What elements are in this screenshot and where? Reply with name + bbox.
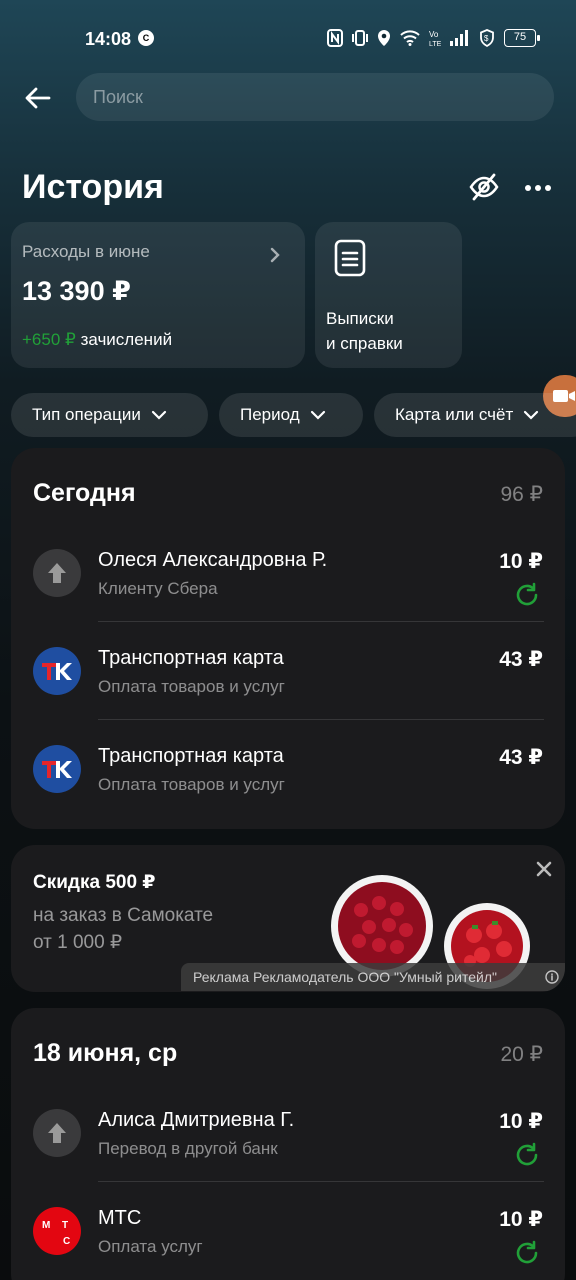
chevron-right-icon xyxy=(270,247,280,263)
repeat-icon[interactable] xyxy=(513,581,541,609)
divider xyxy=(98,621,544,622)
svg-text:LTE: LTE xyxy=(429,41,441,47)
volte-icon: Vo LTE xyxy=(429,30,441,47)
chevron-down-icon xyxy=(151,410,166,420)
history-section-june-18: 18 июня, ср 20 ₽ Алиса Дмитриевна Г. Пер… xyxy=(11,1008,565,1280)
statements-card[interactable]: Выписки и справки xyxy=(315,222,462,368)
transaction-amount: 43 ₽ xyxy=(499,648,543,671)
repeat-icon[interactable] xyxy=(513,1239,541,1267)
ad-banner[interactable]: Скидка 500 ₽ на заказ в Самокате от 1 00… xyxy=(11,845,565,992)
shield-icon: $ xyxy=(480,29,494,47)
more-dots-icon xyxy=(525,185,551,191)
spending-amount: 13 390 ₽ xyxy=(22,276,131,306)
tk-logo xyxy=(33,647,81,695)
ad-title: Скидка 500 ₽ xyxy=(33,872,156,893)
transaction-amount: 43 ₽ xyxy=(499,746,543,769)
section-total: 20 ₽ xyxy=(500,1043,543,1066)
close-icon[interactable] xyxy=(530,855,558,883)
arrow-up-icon xyxy=(33,1109,81,1157)
filter-label: Карта или счёт xyxy=(395,405,514,424)
document-icon xyxy=(334,239,366,277)
section-total: 96 ₽ xyxy=(500,483,543,506)
transaction-name[interactable]: Транспортная карта xyxy=(98,647,284,670)
eye-off-icon xyxy=(469,173,499,201)
svg-text:М: М xyxy=(42,1220,50,1231)
transaction-amount: 10 ₽ xyxy=(499,1208,543,1231)
arrow-up-icon xyxy=(33,549,81,597)
vibrate-icon xyxy=(352,30,368,46)
filter-period[interactable]: Период xyxy=(219,393,363,437)
filter-label: Тип операции xyxy=(32,405,141,424)
tk-logo xyxy=(33,745,81,793)
svg-text:Vo: Vo xyxy=(429,30,439,39)
location-icon xyxy=(378,30,390,46)
status-time: 14:08 xyxy=(85,29,132,49)
spending-title: Расходы в июне xyxy=(22,242,150,261)
chevron-down-icon xyxy=(310,410,325,420)
divider xyxy=(98,719,544,720)
transaction-subtitle: Перевод в другой банк xyxy=(98,1139,278,1158)
chevron-down-icon xyxy=(524,410,539,420)
hide-balance-button[interactable] xyxy=(467,170,501,204)
divider xyxy=(98,1181,544,1182)
ad-text: на заказ в Самокате от 1 000 ₽ xyxy=(33,905,214,953)
transaction-name[interactable]: Алиса Дмитриевна Г. xyxy=(98,1109,294,1132)
credit-label: зачислений xyxy=(80,330,173,349)
page-title: История xyxy=(22,168,164,206)
section-date: 18 июня, ср xyxy=(33,1039,178,1067)
status-icons: Vo LTE $ 75 xyxy=(327,27,540,49)
spending-card[interactable]: Расходы в июне 13 390 ₽ +650 ₽ зачислени… xyxy=(11,222,305,368)
filter-card-or-account[interactable]: Карта или счёт xyxy=(374,393,576,437)
transaction-subtitle: Клиенту Сбера xyxy=(98,579,218,598)
transaction-subtitle: Оплата услуг xyxy=(98,1237,203,1256)
search-box[interactable] xyxy=(76,73,554,121)
transaction-name[interactable]: Олеся Александровна Р. xyxy=(98,549,327,572)
nfc-icon xyxy=(327,29,343,47)
transaction-subtitle: Оплата товаров и услуг xyxy=(98,775,285,794)
credit-summary: +650 ₽ зачислений xyxy=(22,330,172,350)
filter-label: Период xyxy=(240,405,300,424)
ad-disclaimer-text: Реклама Рекламодатель ООО "Умный ритейл" xyxy=(193,969,498,985)
svg-text:$: $ xyxy=(484,34,489,43)
notification-icon: C xyxy=(138,30,154,46)
ad-disclaimer[interactable]: Реклама Рекламодатель ООО "Умный ритейл" xyxy=(181,963,565,991)
mts-logo: М ТС xyxy=(33,1207,81,1255)
credit-amount: +650 ₽ xyxy=(22,330,76,349)
battery-icon: 75 xyxy=(504,29,540,47)
back-button[interactable] xyxy=(18,78,58,118)
statements-label: Выписки и справки xyxy=(326,309,403,353)
svg-text:Т: Т xyxy=(62,1220,68,1231)
transaction-subtitle: Оплата товаров и услуг xyxy=(98,677,285,696)
info-icon xyxy=(545,970,559,984)
svg-text:С: С xyxy=(63,1236,70,1247)
arrow-left-icon xyxy=(25,87,51,109)
cherries-image xyxy=(331,875,433,977)
search-input[interactable] xyxy=(93,86,533,108)
transaction-amount: 10 ₽ xyxy=(499,550,543,573)
transaction-amount: 10 ₽ xyxy=(499,1110,543,1133)
status-bar: 14:08 C Vo LTE $ 75 xyxy=(0,0,576,78)
transaction-name[interactable]: Транспортная карта xyxy=(98,745,284,768)
repeat-icon[interactable] xyxy=(513,1141,541,1169)
section-date: Сегодня xyxy=(33,479,136,507)
wifi-icon xyxy=(400,30,420,46)
filter-operation-type[interactable]: Тип операции xyxy=(11,393,208,437)
history-section-today: Сегодня 96 ₽ Олеся Александровна Р. Клие… xyxy=(11,448,565,829)
signal-icon xyxy=(450,30,468,46)
transaction-name[interactable]: МТС xyxy=(98,1207,141,1230)
more-button[interactable] xyxy=(522,172,554,204)
